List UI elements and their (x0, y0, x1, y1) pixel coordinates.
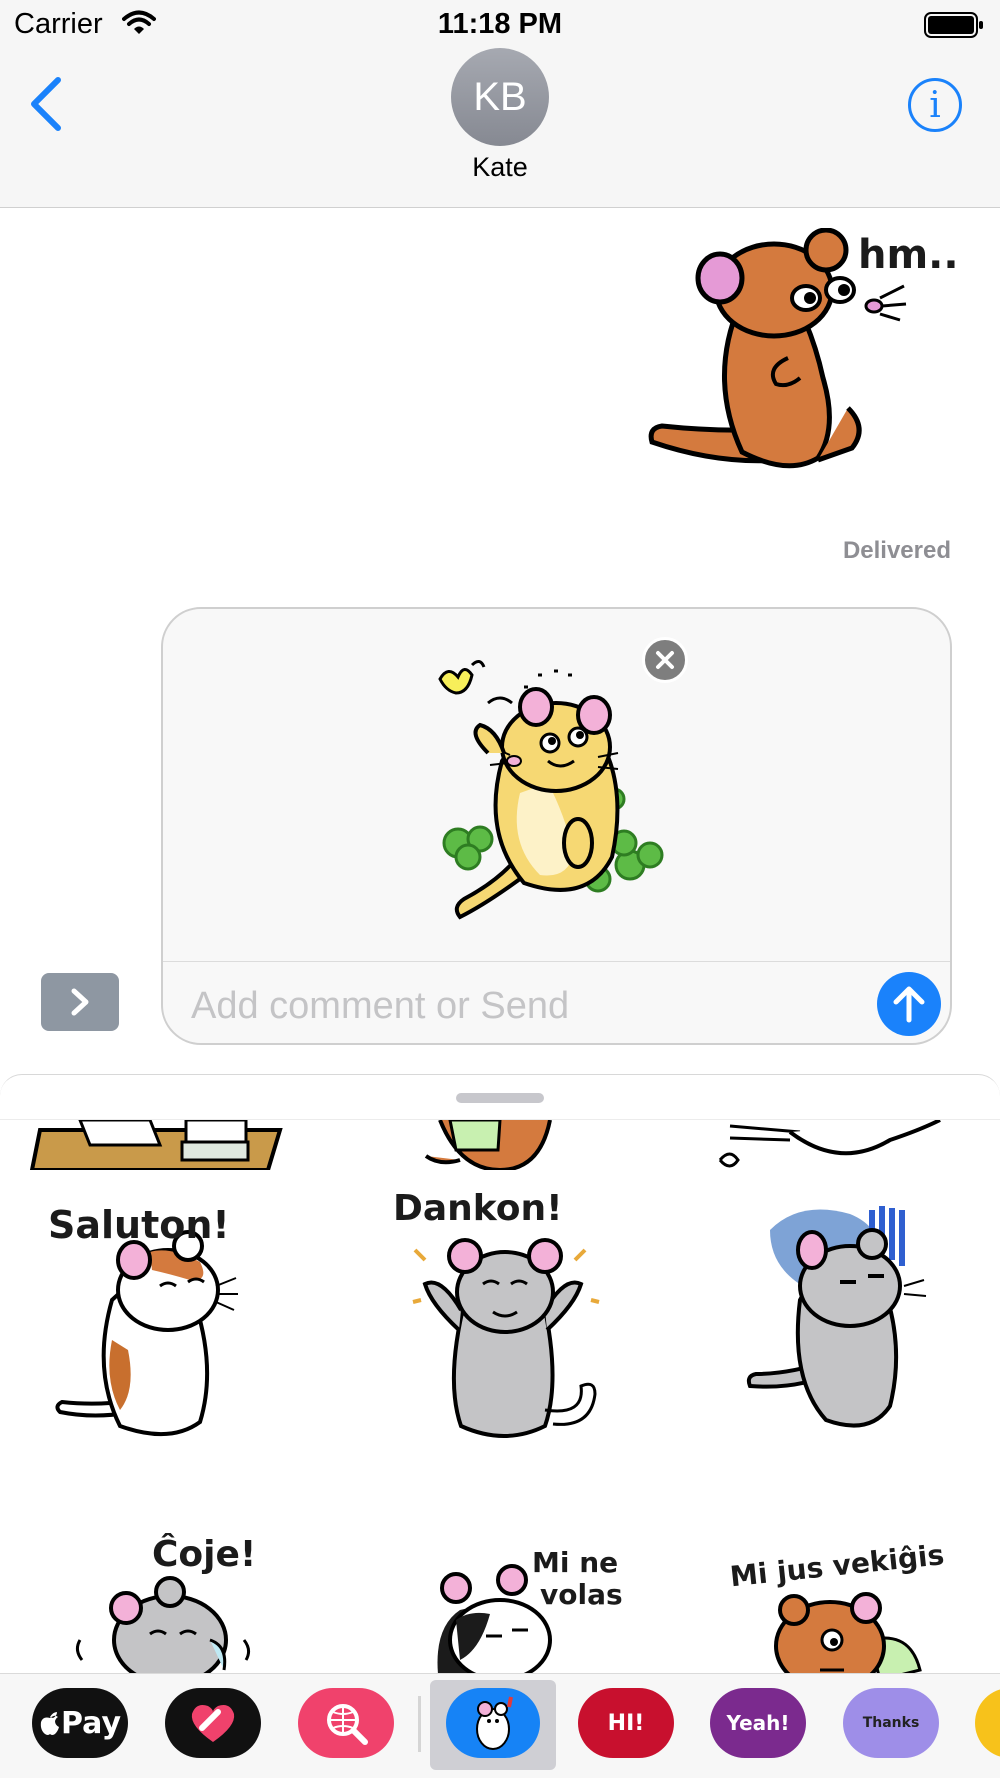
sticker-caption: Saluton! (48, 1203, 230, 1247)
sticker-item[interactable]: Mi jus vekiĝis (720, 1510, 950, 1674)
compose-divider (163, 961, 950, 962)
close-icon (656, 651, 674, 669)
sticker-image (29, 1120, 283, 1170)
more-sticker-app[interactable] (975, 1688, 1000, 1758)
sticker-image: Dankon! (393, 1188, 600, 1438)
rat-icon (476, 1696, 513, 1750)
sticker-image (424, 1120, 552, 1170)
sticker-item[interactable]: Mi ne volas (420, 1510, 640, 1674)
message-input[interactable] (191, 981, 831, 1031)
status-bar: Carrier 11:18 PM (0, 0, 1000, 48)
hi-label: HI! (607, 1710, 645, 1736)
apple-pay-label: Pay (60, 1705, 122, 1741)
sticker-item[interactable] (740, 1190, 950, 1440)
yeah-label: Yeah! (726, 1711, 790, 1735)
sticker-item[interactable]: Dankon! (385, 1180, 625, 1450)
send-button[interactable] (877, 972, 941, 1036)
yeah-sticker-app[interactable]: Yeah! (710, 1688, 806, 1758)
heart-icon (191, 1705, 235, 1742)
sent-sticker-caption: hm... (858, 232, 960, 278)
tray-separator (418, 1696, 421, 1752)
sticker-image (746, 1206, 927, 1428)
sticker-item[interactable]: Saluton! (40, 1190, 270, 1450)
sent-sticker[interactable]: hm... (648, 228, 960, 498)
back-chevron-icon[interactable] (26, 76, 66, 132)
sticker-caption: Mi jus vekiĝis (728, 1538, 945, 1593)
sticker-item[interactable] (10, 1120, 310, 1170)
sticker-image: Mi ne volas (437, 1546, 623, 1674)
globe-search-icon (327, 1704, 368, 1745)
remove-sticker-button[interactable] (642, 637, 688, 683)
conversation-header: Carrier 11:18 PM KB Kate i (0, 0, 1000, 208)
thanks-sticker-app[interactable]: Thanks (843, 1688, 939, 1758)
compose-box (161, 607, 952, 1045)
sticker-caption: Dankon! (393, 1188, 563, 1229)
apple-pay-app[interactable]: Pay (32, 1688, 128, 1758)
sticker-drawer: Saluton! Dankon! Ĉoje! Mi ne volas Mi ju… (0, 1074, 1000, 1674)
delivered-status: Delivered (842, 537, 951, 564)
arrow-up-icon (893, 986, 925, 1023)
digital-touch-app[interactable] (165, 1688, 261, 1758)
apple-logo-icon (40, 1712, 59, 1735)
sticker-item[interactable] (690, 1120, 990, 1170)
clock: 11:18 PM (437, 8, 563, 40)
chevron-right-icon (71, 988, 89, 1016)
sticker-item[interactable]: Ĉoje! (60, 1510, 280, 1674)
expand-apps-button[interactable] (41, 973, 119, 1031)
sticker-image: Mi jus vekiĝis (728, 1538, 946, 1674)
image-search-app[interactable] (298, 1688, 394, 1758)
contact-name[interactable]: Kate (0, 152, 1000, 183)
app-tray: Pay HI! Yeah! Thanks (0, 1673, 1000, 1778)
sticker-image: Ĉoje! (75, 1533, 256, 1674)
sticker-caption-line2: volas (540, 1578, 623, 1611)
sticker-caption-line1: Mi ne (532, 1546, 618, 1579)
thanks-label: Thanks (862, 1715, 920, 1731)
staged-sticker[interactable] (428, 643, 688, 923)
sticker-image (718, 1120, 941, 1168)
sticker-image: Saluton! (48, 1203, 238, 1436)
battery-icon (924, 12, 983, 38)
drawer-grabber[interactable] (456, 1093, 544, 1103)
avatar[interactable]: KB (451, 48, 549, 146)
sticker-item[interactable] (350, 1120, 650, 1170)
sticker-caption: Ĉoje! (152, 1533, 256, 1575)
sticker-grid: Saluton! Dankon! Ĉoje! Mi ne volas Mi ju… (0, 1120, 1000, 1674)
rat-sticker-app[interactable] (446, 1688, 540, 1758)
hi-sticker-app[interactable]: HI! (578, 1688, 674, 1758)
info-icon[interactable]: i (908, 78, 962, 132)
